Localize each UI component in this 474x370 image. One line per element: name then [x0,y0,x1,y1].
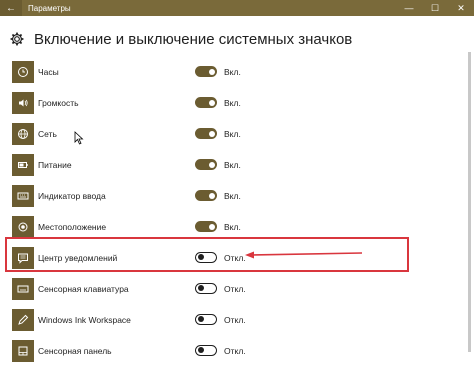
scrollbar[interactable] [468,52,471,352]
volume-icon [12,92,34,114]
touch-keyboard-icon [12,278,34,300]
input-indicator-toggle[interactable] [195,190,217,201]
page-header: Включение и выключение системных значков [10,28,352,50]
location-icon [12,216,34,238]
toggle-state: Откл. [224,284,246,294]
power-icon [12,154,34,176]
toggle-state: Откл. [224,315,246,325]
minimize-button[interactable]: — [396,0,422,16]
network-icon [12,123,34,145]
clock-toggle[interactable] [195,66,217,77]
toggle-state: Вкл. [224,191,241,201]
maximize-button[interactable]: ☐ [422,0,448,16]
toggle-state: Вкл. [224,67,241,77]
setting-label: Сенсорная панель [38,346,112,356]
setting-label: Индикатор ввода [38,191,106,201]
setting-label: Громкость [38,98,79,108]
setting-row-power: Питание Вкл. [0,151,460,179]
network-toggle[interactable] [195,128,217,139]
clock-icon [12,61,34,83]
pen-icon [12,309,34,331]
power-toggle[interactable] [195,159,217,170]
setting-row-network: Сеть Вкл. [0,120,460,148]
toggle-state: Вкл. [224,98,241,108]
mouse-cursor-icon [74,131,84,145]
windows-ink-toggle[interactable] [195,314,217,325]
setting-row-touch-keyboard: Сенсорная клавиатура Откл. [0,275,460,303]
title-bar: ← Параметры — ☐ ✕ [0,0,474,16]
toggle-state: Вкл. [224,160,241,170]
setting-label: Питание [38,160,72,170]
setting-label: Часы [38,67,59,77]
location-toggle[interactable] [195,221,217,232]
setting-label: Сеть [38,129,57,139]
toggle-state: Откл. [224,346,246,356]
toggle-state: Вкл. [224,129,241,139]
touch-keyboard-toggle[interactable] [195,283,217,294]
touchpad-icon [12,340,34,362]
volume-toggle[interactable] [195,97,217,108]
setting-label: Сенсорная клавиатура [38,284,129,294]
red-arrow [245,251,363,259]
setting-row-touchpad: Сенсорная панель Откл. [0,337,460,365]
setting-label: Windows Ink Workspace [38,315,131,325]
setting-row-input-indicator: Индикатор ввода Вкл. [0,182,460,210]
setting-label: Местоположение [38,222,107,232]
back-button[interactable]: ← [0,0,22,16]
page-title: Включение и выключение системных значков [34,30,353,48]
toggle-state: Вкл. [224,222,241,232]
keyboard-icon [12,185,34,207]
window-title: Параметры [28,3,71,13]
gear-icon [10,32,24,46]
setting-row-volume: Громкость Вкл. [0,89,460,117]
close-button[interactable]: ✕ [448,0,474,16]
setting-row-clock: Часы Вкл. [0,58,460,86]
setting-row-windows-ink: Windows Ink Workspace Откл. [0,306,460,334]
touchpad-toggle[interactable] [195,345,217,356]
